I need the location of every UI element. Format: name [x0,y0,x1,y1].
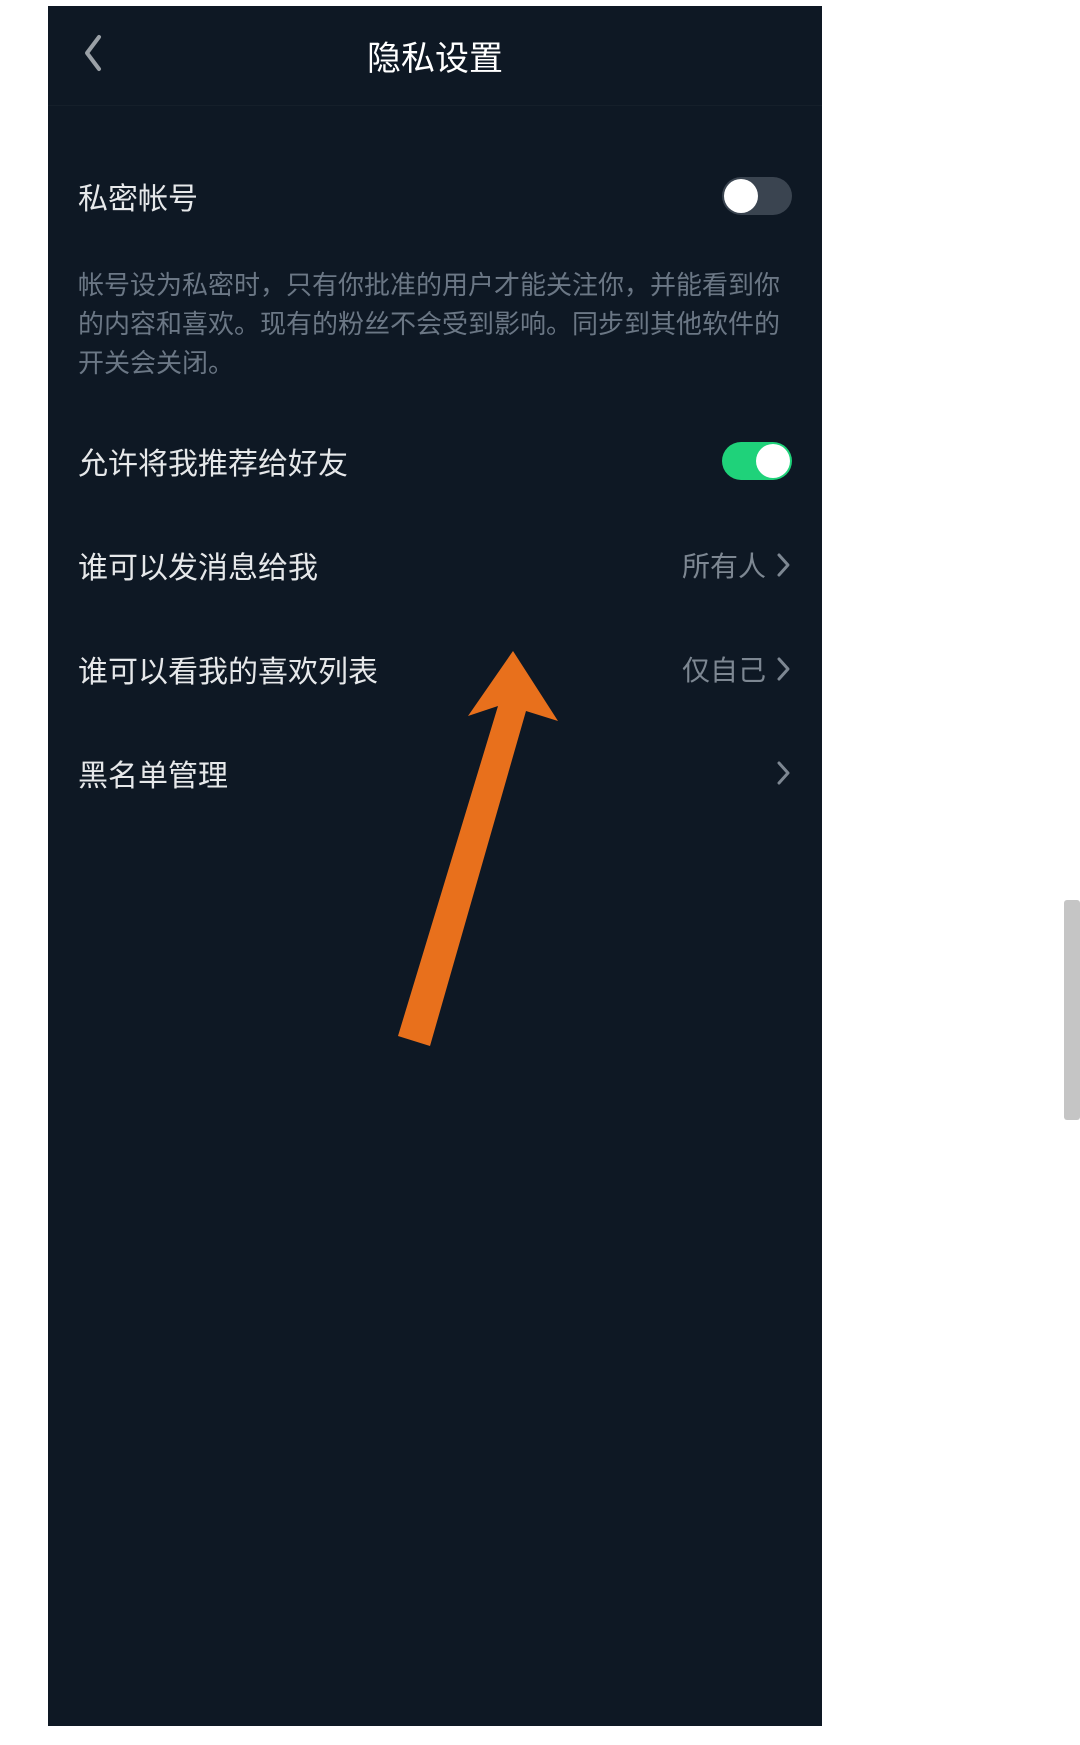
setting-value: 仅自己 [682,649,766,689]
app-container: 隐私设置 私密帐号 帐号设为私密时，只有你批准的用户才能关注你，并能看到你的内容… [48,6,822,1726]
setting-who-can-see-likes[interactable]: 谁可以看我的喜欢列表 仅自己 [78,617,792,721]
row-right: 所有人 [682,545,792,585]
settings-content: 私密帐号 帐号设为私密时，只有你批准的用户才能关注你，并能看到你的内容和喜欢。现… [48,144,822,825]
toggle-recommend-to-friends[interactable] [722,442,792,480]
setting-value: 所有人 [682,545,766,585]
setting-blacklist[interactable]: 黑名单管理 [78,721,792,825]
setting-private-account[interactable]: 私密帐号 [78,144,792,248]
row-right: 仅自己 [682,649,792,689]
toggle-knob [724,179,758,213]
header: 隐私设置 [48,6,822,106]
setting-label: 允许将我推荐给好友 [78,439,348,483]
setting-recommend-to-friends[interactable]: 允许将我推荐给好友 [78,409,792,513]
setting-label: 谁可以看我的喜欢列表 [78,647,378,691]
setting-label: 谁可以发消息给我 [78,543,318,587]
row-right [776,759,792,787]
back-button[interactable] [68,31,118,81]
scrollbar-thumb[interactable] [1064,900,1080,1120]
toggle-knob [756,444,790,478]
chevron-right-icon [776,655,792,683]
toggle-private-account[interactable] [722,177,792,215]
chevron-left-icon [80,33,106,78]
chevron-right-icon [776,759,792,787]
page-title: 隐私设置 [367,31,503,80]
chevron-right-icon [776,551,792,579]
private-account-description: 帐号设为私密时，只有你批准的用户才能关注你，并能看到你的内容和喜欢。现有的粉丝不… [78,248,792,409]
setting-label: 黑名单管理 [78,751,228,795]
setting-label: 私密帐号 [78,174,198,218]
setting-who-can-message[interactable]: 谁可以发消息给我 所有人 [78,513,792,617]
